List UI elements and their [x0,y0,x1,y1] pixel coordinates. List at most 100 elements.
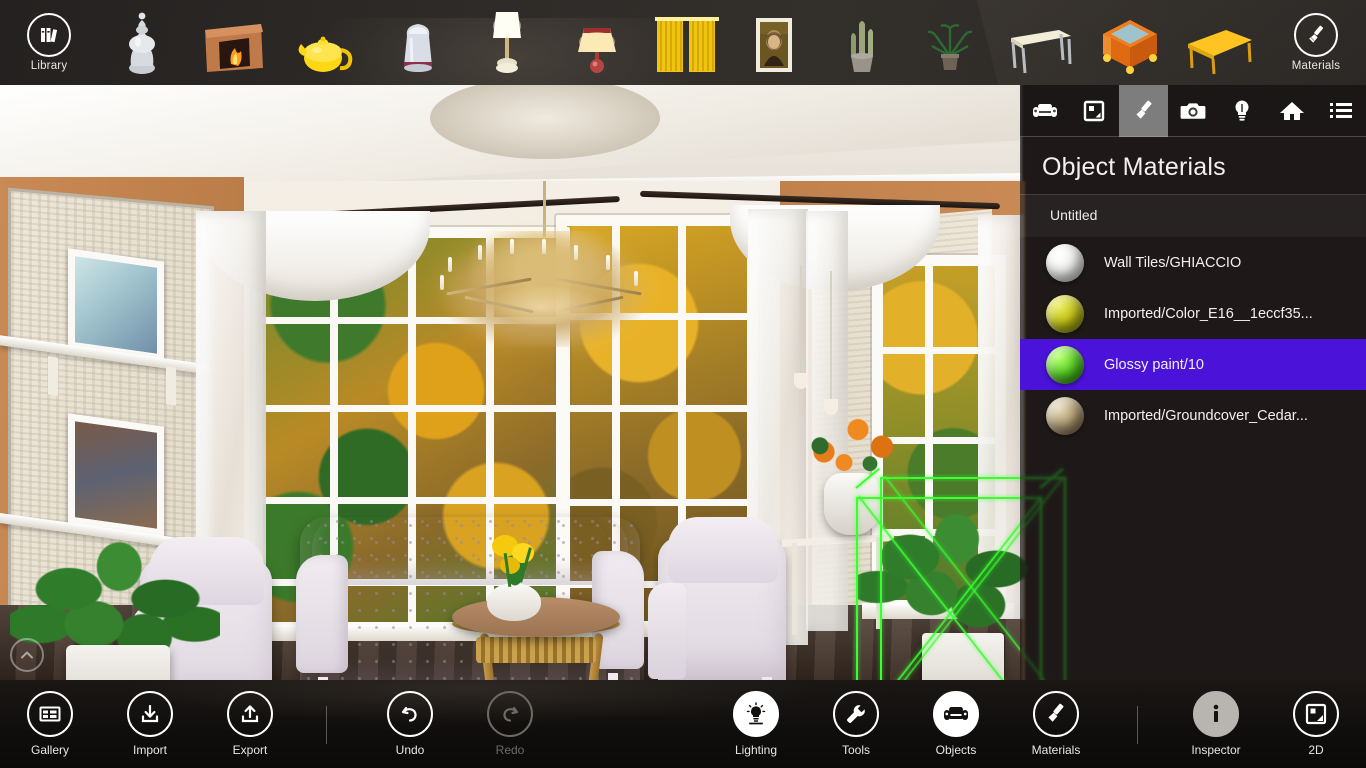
yellow-curtains-thumbnail [648,10,726,76]
bottom-toolbar: Gallery Import Export Undo Redo Lighting… [0,680,1366,768]
plant-left-pot [66,645,170,680]
panel-tab-home[interactable] [1267,85,1316,137]
object-thumb-table-lamp[interactable] [463,0,551,85]
yellow-table-thumbnail [1181,10,1259,76]
console-table-leg [792,543,797,635]
wall-sconce-thumbnail [558,10,636,76]
lighting-button[interactable]: Lighting [706,680,806,768]
object-thumb-orange-table[interactable] [1086,0,1174,85]
material-row-1[interactable]: Imported/Color_E16__1eccf35... [1020,288,1366,339]
object-thumb-sconce[interactable] [553,0,641,85]
chandelier-chain [543,181,546,237]
paint-brush-icon [1294,13,1338,57]
undo-label: Undo [395,743,425,757]
sofa-arm-left [296,555,348,673]
panel-tab-materials[interactable] [1118,85,1169,137]
chandelier-glow [480,285,604,329]
material-label: Glossy paint/10 [1104,356,1204,373]
lightbulb-icon [733,691,779,737]
export-label: Export [232,743,268,757]
material-swatch [1046,345,1084,384]
materials-button-top[interactable]: Materials [1272,0,1360,85]
mona-lisa-painting-thumbnail [735,10,813,76]
object-thumb-curtains[interactable] [643,0,731,85]
object-thumb-teapot[interactable] [282,0,370,85]
tools-button[interactable]: Tools [806,680,906,768]
sofa-icon [1032,103,1057,117]
armchair-right-arm [648,583,686,679]
upload-icon [227,691,273,737]
object-thumb-yellow-table[interactable] [1176,0,1264,85]
material-row-0[interactable]: Wall Tiles/GHIACCIO [1020,237,1366,288]
mullion [262,497,562,504]
2d-button[interactable]: 2D [1266,680,1366,768]
material-row-3[interactable]: Imported/Groundcover_Cedar... [1020,390,1366,441]
import-button[interactable]: Import [100,680,200,768]
pendant-bulb [824,399,838,415]
home-icon [1279,101,1304,120]
floorplan-icon [1293,691,1339,737]
toolbar-divider-2 [1137,706,1138,744]
material-group-label: Untitled [1020,194,1366,237]
object-thumb-white-table[interactable] [996,0,1084,85]
right-side-panel: Object Materials Untitled Wall Tiles/GHI… [1020,85,1366,680]
import-label: Import [132,743,167,757]
object-thumb-cactus[interactable] [818,0,906,85]
inspector-label: Inspector [1191,743,1241,757]
object-thumb-fireplace[interactable] [190,0,278,85]
toolbar-divider-1 [326,706,327,744]
inspector-button[interactable]: Inspector [1166,680,1266,768]
undo-arrow-icon [387,691,433,737]
sofa-leg [608,673,618,680]
objects-label: Objects [935,743,977,757]
materials-top-label: Materials [1291,60,1341,72]
mullion [566,499,750,506]
wall-art-lower-left [68,413,164,537]
armchair-right-back [668,517,778,583]
lighting-label: Lighting [734,743,778,757]
material-label: Wall Tiles/GHIACCIO [1104,254,1242,271]
undo-button[interactable]: Undo [360,680,460,768]
export-button[interactable]: Export [200,680,300,768]
redo-button[interactable]: Redo [460,680,560,768]
objects-button[interactable]: Objects [906,680,1006,768]
wall-art-top-left [68,248,164,362]
pendant-cord [800,265,802,375]
gallery-button[interactable]: Gallery [0,680,100,768]
object-thumb-jug[interactable] [374,0,462,85]
potted-plant-thumbnail [911,10,989,76]
panel-tab-camera[interactable] [1168,85,1217,137]
collapse-toolbar-button[interactable] [10,638,44,672]
white-jug-thumbnail [379,10,457,76]
gallery-icon [27,691,73,737]
mullion [566,405,750,412]
fireplace-thumbnail [195,10,273,76]
pendant-cord [830,271,832,401]
object-thumb-potted-plant[interactable] [906,0,994,85]
object-thumb-silver-vase[interactable] [98,0,186,85]
lightbulb-icon [1235,100,1249,121]
panel-tab-list[interactable] [1317,85,1366,137]
materials-button-bottom[interactable]: Materials [1006,680,1106,768]
material-label: Imported/Color_E16__1eccf35... [1104,305,1313,322]
materials-bottom-label: Materials [1031,743,1081,757]
object-thumb-painting[interactable] [730,0,818,85]
download-icon [127,691,173,737]
shelf-bracket-1 [48,356,58,396]
gallery-label: Gallery [30,743,69,757]
mullion [262,405,562,412]
paint-brush-icon [1135,100,1152,119]
material-swatch [1046,396,1084,435]
panel-tab-bar [1020,85,1366,137]
library-button[interactable]: Library [5,0,93,85]
material-row-2[interactable]: Glossy paint/10 [1020,339,1366,390]
panel-tab-lighting[interactable] [1218,85,1267,137]
2d-label: 2D [1308,743,1324,757]
table-lamp-thumbnail [468,10,546,76]
silver-vase-thumbnail [103,10,181,76]
panel-title: Object Materials [1042,153,1226,181]
panel-tab-floorplan[interactable] [1069,85,1118,137]
table-apron [476,637,596,663]
panel-tab-objects[interactable] [1020,85,1069,137]
floorplan-icon [1083,100,1105,121]
